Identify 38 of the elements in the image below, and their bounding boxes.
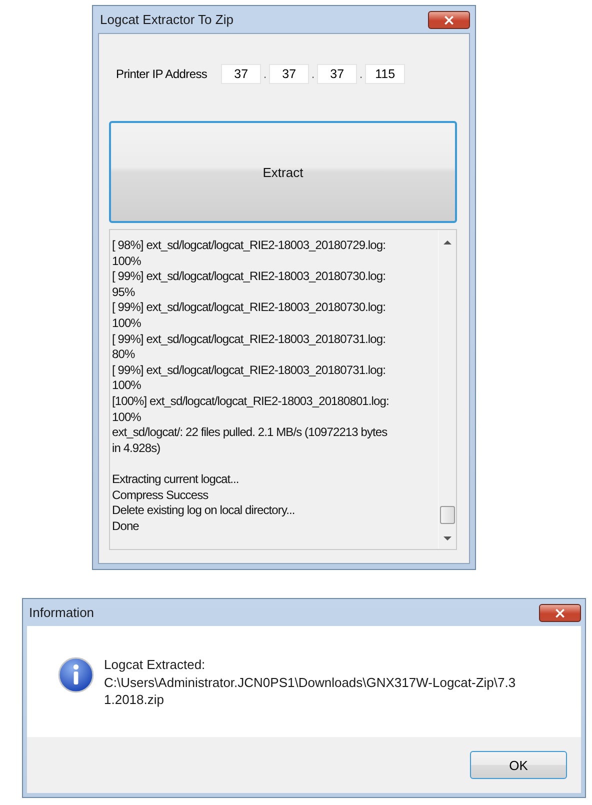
ip-separator: . bbox=[262, 67, 268, 81]
ip-separator: . bbox=[310, 67, 316, 81]
log-line: [ 99%] ext_sd/logcat/logcat_RIE2-18003_20180730.log: bbox=[112, 300, 386, 316]
ok-button[interactable]: OK bbox=[470, 751, 567, 779]
ip-address-label: Printer IP Address bbox=[116, 67, 208, 81]
log-line: 95% bbox=[112, 284, 136, 300]
log-line: in 4.928s) bbox=[112, 440, 162, 456]
log-line: [ 99%] ext_sd/logcat/logcat_RIE2-18003_20180731.log: bbox=[112, 362, 386, 378]
log-line: [ 98%] ext_sd/logcat/logcat_RIE2-18003_20180729.log: bbox=[112, 238, 386, 254]
ip-octet-field[interactable]: 115 bbox=[365, 64, 406, 84]
message-text: Logcat Extracted: C:\Users\Administrator.JCN0PS1\Downloads\GNX317W-Logcat-Zip\7.3 1.2018.zip bbox=[104, 656, 516, 708]
log-line: Delete existing log on local directory... bbox=[112, 503, 296, 519]
dialog-title: Information bbox=[28, 605, 94, 620]
log-line: Extracting current logcat... bbox=[112, 472, 240, 488]
close-button[interactable]: × bbox=[428, 10, 470, 28]
ip-octet-field[interactable]: 37 bbox=[317, 64, 358, 84]
log-line: [100%] ext_sd/logcat/logcat_RIE2-18003_20180801.log: bbox=[112, 394, 390, 410]
ip-separator: . bbox=[358, 67, 364, 81]
scrollbar-thumb[interactable] bbox=[440, 506, 455, 524]
scrollbar[interactable] bbox=[438, 230, 456, 549]
scroll-up-icon[interactable] bbox=[443, 240, 452, 245]
log-line: Compress Success bbox=[112, 488, 210, 504]
ip-octet-field[interactable]: 37 bbox=[269, 64, 310, 84]
close-button[interactable]: × bbox=[539, 604, 581, 622]
log-line: [ 99%] ext_sd/logcat/logcat_RIE2-18003_20180731.log: bbox=[112, 332, 386, 348]
info-icon bbox=[58, 657, 94, 693]
log-line: [ 99%] ext_sd/logcat/logcat_RIE2-18003_20180730.log: bbox=[112, 269, 386, 285]
log-line: 100% bbox=[112, 254, 142, 270]
window-title: Logcat Extractor To Zip bbox=[99, 12, 234, 27]
ip-octet-field[interactable]: 37 bbox=[221, 64, 262, 84]
scroll-down-icon[interactable] bbox=[443, 536, 452, 541]
log-line: 80% bbox=[112, 347, 136, 363]
log-line: 100% bbox=[112, 378, 142, 394]
log-line: Done bbox=[112, 518, 140, 534]
log-line: 100% bbox=[112, 316, 142, 332]
extract-button[interactable]: Extract bbox=[109, 121, 457, 223]
log-line: ext_sd/logcat/: 22 files pulled. 2.1 MB/s (10972213 bytes bbox=[112, 425, 388, 441]
log-line: 100% bbox=[112, 410, 142, 426]
